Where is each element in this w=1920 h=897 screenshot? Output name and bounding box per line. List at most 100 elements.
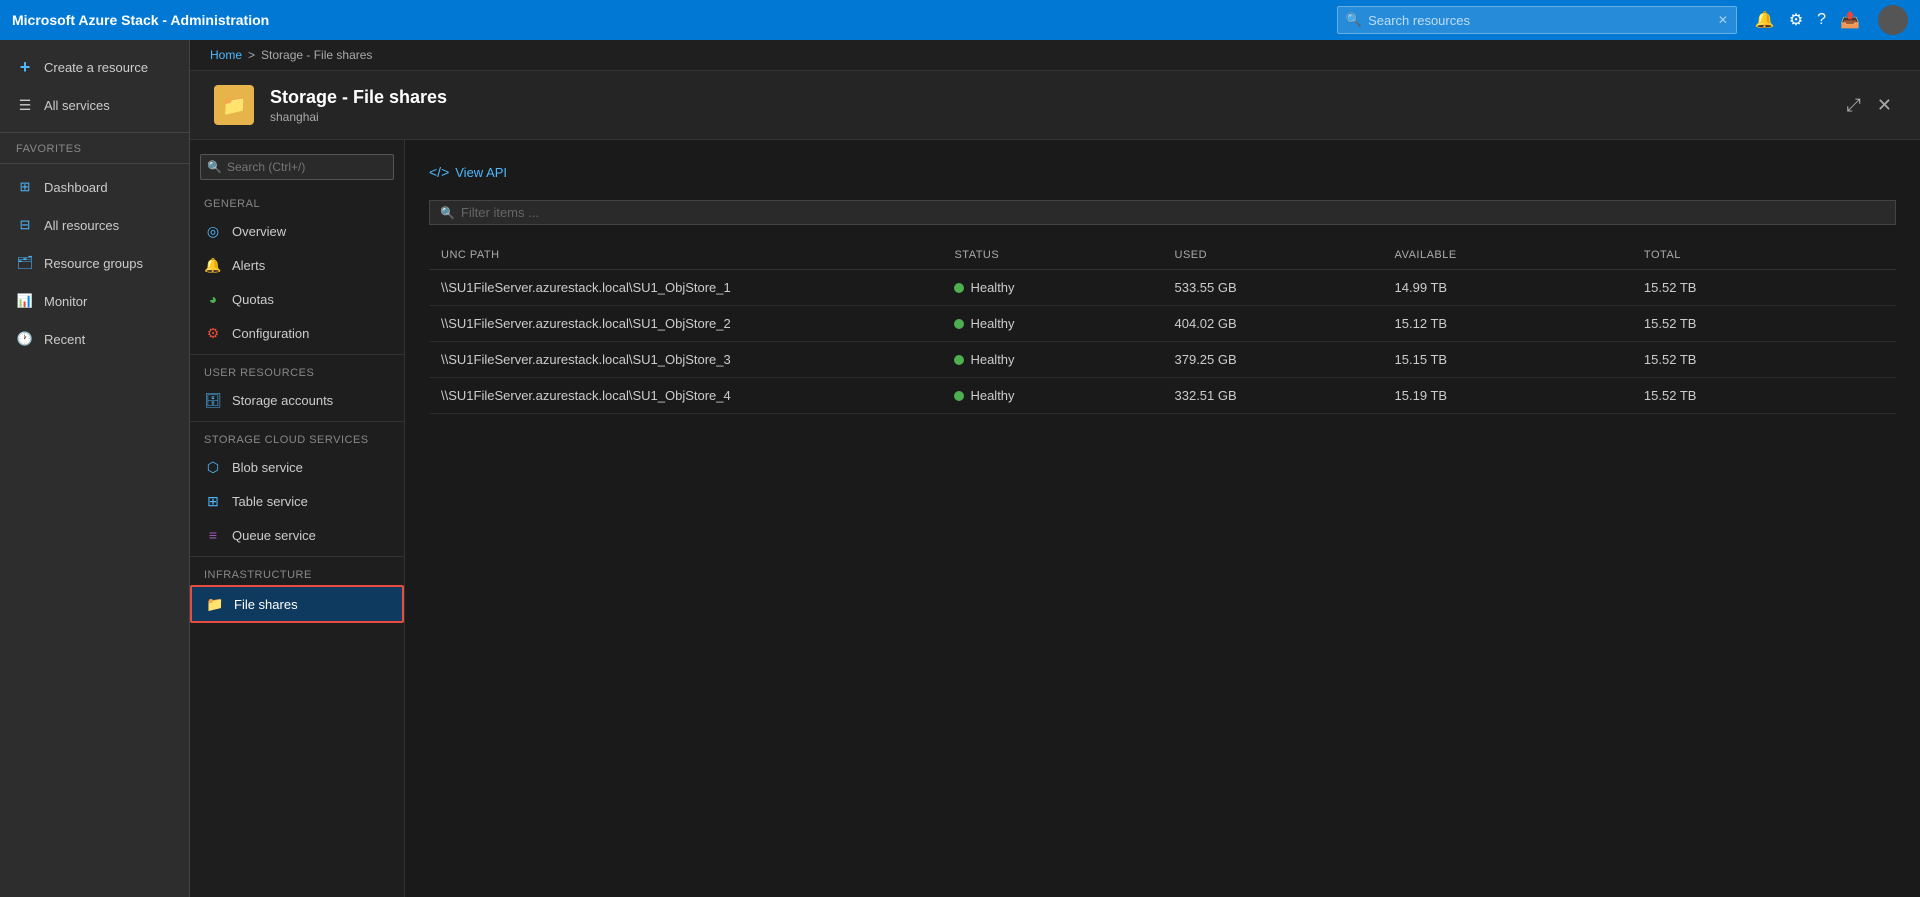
left-nav-search[interactable]: 🔍	[200, 154, 394, 180]
cell-unc-path: \\SU1FileServer.azurestack.local\SU1_Obj…	[429, 342, 942, 378]
left-nav-divider-1	[190, 354, 404, 355]
sidebar-item-all-resources[interactable]: ⊟ All resources	[0, 206, 189, 244]
search-icon: 🔍	[1346, 12, 1362, 28]
cell-used: 533.55 GB	[1163, 270, 1383, 306]
quotas-icon: ◕	[204, 290, 222, 308]
cell-total: 15.52 TB	[1632, 342, 1896, 378]
nav-item-alerts[interactable]: 🔔 Alerts	[190, 248, 404, 282]
left-nav-divider-2	[190, 421, 404, 422]
status-dot	[954, 391, 964, 401]
sidebar-item-resource-groups[interactable]: 🗂 Resource groups	[0, 244, 189, 282]
sidebar-top: + Create a resource ☰ All services	[0, 40, 189, 133]
file-shares-icon: 📁	[206, 595, 224, 613]
table-row[interactable]: \\SU1FileServer.azurestack.local\SU1_Obj…	[429, 378, 1896, 414]
col-header-status: STATUS	[942, 241, 1162, 270]
sidebar-label-resource-groups: Resource groups	[44, 256, 143, 271]
breadcrumb-home[interactable]: Home	[210, 48, 242, 62]
recent-icon: 🕐	[16, 330, 34, 348]
nav-item-overview[interactable]: ◎ Overview	[190, 214, 404, 248]
infrastructure-section-label: INFRASTRUCTURE	[190, 561, 404, 585]
configuration-icon: ⚙	[204, 324, 222, 342]
file-shares-table: UNC PATH STATUS USED AVAILABLE TOTAL \\S…	[429, 241, 1896, 414]
list-icon: ☰	[16, 96, 34, 114]
cell-used: 332.51 GB	[1163, 378, 1383, 414]
all-services-label: All services	[44, 98, 110, 113]
resources-icon: ⊟	[16, 216, 34, 234]
nav-item-table-service[interactable]: ⊞ Table service	[190, 484, 404, 518]
sidebar-label-all-resources: All resources	[44, 218, 119, 233]
status-label: Healthy	[970, 280, 1014, 295]
filter-bar: 🔍	[429, 200, 1896, 225]
cell-status: Healthy	[942, 270, 1162, 306]
search-input[interactable]	[1368, 13, 1712, 28]
left-nav: 🔍 GENERAL ◎ Overview 🔔 Alerts ◕ Quotas	[190, 140, 405, 897]
search-bar[interactable]: 🔍 ✕	[1337, 6, 1737, 34]
nav-label-configuration: Configuration	[232, 326, 309, 341]
cell-unc-path: \\SU1FileServer.azurestack.local\SU1_Obj…	[429, 306, 942, 342]
maximize-button[interactable]: ⤢	[1843, 91, 1865, 120]
cell-status: Healthy	[942, 306, 1162, 342]
plus-icon: +	[16, 58, 34, 76]
status-dot	[954, 355, 964, 365]
cell-status: Healthy	[942, 378, 1162, 414]
breadcrumb: Home > Storage - File shares	[190, 40, 1920, 71]
nav-label-table-service: Table service	[232, 494, 308, 509]
sidebar-item-monitor[interactable]: 📊 Monitor	[0, 282, 189, 320]
cell-available: 14.99 TB	[1383, 270, 1632, 306]
sidebar-item-recent[interactable]: 🕐 Recent	[0, 320, 189, 358]
table-row[interactable]: \\SU1FileServer.azurestack.local\SU1_Obj…	[429, 342, 1896, 378]
help-icon[interactable]: ?	[1817, 11, 1826, 29]
topbar-actions: 🔔 ⚙ ? 📤	[1755, 5, 1908, 35]
filter-icon: 🔍	[440, 206, 455, 220]
all-services-button[interactable]: ☰ All services	[0, 86, 189, 124]
resource-subtitle: shanghai	[270, 110, 447, 124]
left-nav-search-icon: 🔍	[207, 160, 222, 174]
table-row[interactable]: \\SU1FileServer.azurestack.local\SU1_Obj…	[429, 270, 1896, 306]
user-resources-section-label: USER RESOURCES	[190, 359, 404, 383]
nav-label-quotas: Quotas	[232, 292, 274, 307]
favorites-label: FAVORITES	[0, 133, 189, 159]
cell-total: 15.52 TB	[1632, 378, 1896, 414]
queue-service-icon: ≡	[204, 526, 222, 544]
status-dot	[954, 319, 964, 329]
table-row[interactable]: \\SU1FileServer.azurestack.local\SU1_Obj…	[429, 306, 1896, 342]
sidebar-divider-1	[0, 163, 189, 164]
cell-unc-path: \\SU1FileServer.azurestack.local\SU1_Obj…	[429, 378, 942, 414]
code-icon: </>	[429, 164, 449, 180]
main-layout: + Create a resource ☰ All services FAVOR…	[0, 40, 1920, 897]
resource-header: 📁 Storage - File shares shanghai ⤢ ✕	[190, 71, 1920, 140]
alerts-icon: 🔔	[204, 256, 222, 274]
cell-available: 15.19 TB	[1383, 378, 1632, 414]
create-resource-button[interactable]: + Create a resource	[0, 48, 189, 86]
settings-icon[interactable]: ⚙	[1789, 10, 1803, 30]
nav-label-alerts: Alerts	[232, 258, 265, 273]
avatar[interactable]	[1878, 5, 1908, 35]
nav-item-configuration[interactable]: ⚙ Configuration	[190, 316, 404, 350]
view-api-button[interactable]: </> View API	[429, 160, 507, 184]
topbar-title: Microsoft Azure Stack - Administration	[12, 12, 269, 28]
nav-label-queue-service: Queue service	[232, 528, 316, 543]
nav-item-storage-accounts[interactable]: 🗄 Storage accounts	[190, 383, 404, 417]
nav-item-blob-service[interactable]: ⬡ Blob service	[190, 450, 404, 484]
resource-groups-icon: 🗂	[16, 254, 34, 272]
feedback-icon[interactable]: 📤	[1840, 10, 1860, 30]
blob-service-icon: ⬡	[204, 458, 222, 476]
close-search-icon[interactable]: ✕	[1718, 13, 1728, 27]
sidebar-item-dashboard[interactable]: ⊞ Dashboard	[0, 168, 189, 206]
cell-used: 404.02 GB	[1163, 306, 1383, 342]
resource-header-actions: ⤢ ✕	[1843, 91, 1897, 120]
notifications-icon[interactable]: 🔔	[1755, 10, 1775, 30]
nav-item-queue-service[interactable]: ≡ Queue service	[190, 518, 404, 552]
filter-input[interactable]	[461, 205, 1885, 220]
monitor-icon: 📊	[16, 292, 34, 310]
status-label: Healthy	[970, 352, 1014, 367]
left-nav-search-input[interactable]	[200, 154, 394, 180]
nav-label-blob-service: Blob service	[232, 460, 303, 475]
sidebar-label-recent: Recent	[44, 332, 85, 347]
close-button[interactable]: ✕	[1873, 91, 1896, 120]
breadcrumb-current: Storage - File shares	[261, 48, 372, 62]
nav-label-storage-accounts: Storage accounts	[232, 393, 333, 408]
nav-item-quotas[interactable]: ◕ Quotas	[190, 282, 404, 316]
breadcrumb-separator: >	[248, 48, 255, 62]
nav-item-file-shares[interactable]: 📁 File shares	[190, 585, 404, 623]
